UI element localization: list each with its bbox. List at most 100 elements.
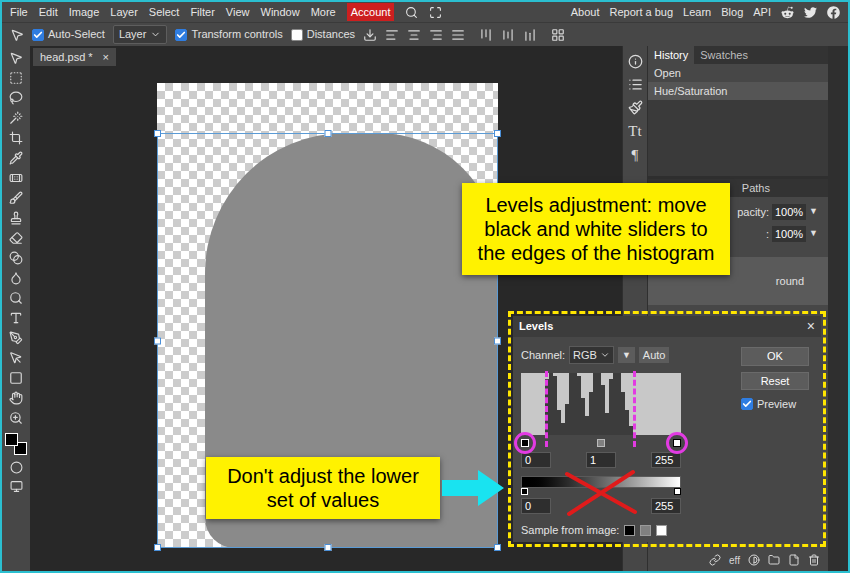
transform-handle[interactable] — [494, 544, 501, 551]
effects-button[interactable]: eff — [729, 553, 740, 568]
distances-checkbox[interactable] — [291, 29, 303, 41]
menu-item[interactable]: Edit — [39, 3, 58, 22]
sample-eyedropper-swatch[interactable] — [624, 525, 635, 536]
auto-button[interactable]: Auto — [639, 347, 670, 363]
menu-link[interactable]: Learn — [683, 4, 711, 21]
align-justify-icon[interactable] — [451, 28, 465, 42]
lasso-tool-icon[interactable] — [9, 91, 23, 105]
input-level-field[interactable]: 1 — [586, 452, 616, 468]
percent-input[interactable]: 100% — [772, 204, 806, 221]
transform-controls-option[interactable]: Transform controls — [175, 26, 282, 43]
align-center-icon[interactable] — [407, 28, 421, 42]
input-level-field[interactable]: 255 — [651, 452, 681, 468]
sample-eyedropper-swatch[interactable] — [640, 525, 651, 536]
shape-tool-icon[interactable] — [9, 371, 23, 385]
zoom-tool-icon[interactable] — [9, 411, 23, 425]
marquee-tool-icon[interactable] — [9, 71, 23, 85]
dialog-button[interactable]: Reset — [741, 372, 809, 391]
properties-icon[interactable] — [628, 77, 643, 92]
align-top-icon[interactable] — [479, 28, 493, 42]
twitter-icon[interactable] — [804, 6, 817, 19]
menu-item[interactable]: Image — [69, 3, 100, 22]
midtone-handle[interactable] — [597, 439, 605, 447]
target-select[interactable]: Layer — [113, 25, 168, 44]
output-level-field[interactable]: 255 — [651, 498, 681, 514]
fullscreen-icon[interactable] — [429, 6, 442, 19]
new-layer-icon[interactable] — [788, 554, 800, 566]
menu-item[interactable]: Window — [261, 3, 300, 22]
dialog-title-bar[interactable]: Levels× — [513, 316, 821, 337]
transform-handle[interactable] — [154, 337, 161, 344]
sample-eyedropper-swatch[interactable] — [656, 525, 667, 536]
history-item[interactable]: Open — [648, 64, 828, 82]
percent-dropdown-button[interactable]: ▼ — [809, 227, 818, 241]
menu-item[interactable]: Layer — [110, 3, 138, 22]
input-level-field[interactable]: 0 — [521, 452, 551, 468]
search-icon[interactable] — [405, 6, 418, 19]
transform-handle[interactable] — [324, 130, 331, 137]
brush-panel-icon[interactable] — [628, 100, 643, 115]
close-tab-button[interactable]: × — [103, 49, 109, 66]
transform-handle[interactable] — [324, 544, 331, 551]
quick-mask-icon[interactable] — [10, 461, 23, 474]
percent-dropdown-button[interactable]: ▼ — [809, 205, 818, 219]
percent-input[interactable]: 100% — [772, 226, 806, 243]
transform-handle[interactable] — [154, 544, 161, 551]
transform-controls-checkbox[interactable] — [175, 29, 187, 41]
dialog-button[interactable]: OK — [741, 347, 809, 366]
healing-tool-icon[interactable] — [9, 171, 23, 185]
input-slider[interactable] — [521, 437, 681, 449]
menu-link[interactable]: About — [571, 4, 600, 21]
crop-tool-icon[interactable] — [9, 131, 23, 145]
info-icon[interactable] — [628, 54, 643, 69]
foreground-color-swatch[interactable] — [5, 433, 18, 446]
panel-tab[interactable]: Swatches — [694, 46, 754, 64]
align-left-icon[interactable] — [385, 28, 399, 42]
eyedropper-tool-icon[interactable] — [9, 151, 23, 165]
auto-select-checkbox[interactable] — [32, 29, 44, 41]
transform-handle[interactable] — [494, 337, 501, 344]
menu-link[interactable]: API — [753, 4, 771, 21]
facebook-icon[interactable] — [827, 6, 840, 19]
align-middle-icon[interactable] — [501, 28, 515, 42]
distances-option[interactable]: Distances — [291, 26, 355, 43]
move-tool-icon[interactable] — [10, 28, 24, 42]
menu-item[interactable]: Select — [149, 3, 180, 22]
preview-option[interactable]: Preview — [741, 396, 809, 413]
screen-mode-icon[interactable] — [10, 480, 23, 493]
menu-item[interactable]: Account — [347, 3, 395, 22]
align-bottom-icon[interactable] — [523, 28, 537, 42]
menu-item[interactable]: File — [10, 3, 28, 22]
menu-link[interactable]: Report a bug — [609, 4, 673, 21]
path-select-tool-icon[interactable] — [9, 351, 23, 365]
hand-tool-icon[interactable] — [9, 391, 23, 405]
preset-menu-button[interactable]: ▼ — [618, 347, 635, 363]
link-icon[interactable] — [709, 554, 721, 566]
distribute-icon[interactable] — [551, 28, 565, 42]
trash-icon[interactable] — [808, 554, 820, 566]
black-point-handle[interactable] — [521, 439, 529, 447]
history-item[interactable]: Hue/Saturation — [648, 82, 828, 100]
paragraph-panel-button[interactable]: ¶ — [632, 147, 639, 163]
close-dialog-button[interactable]: × — [807, 316, 815, 337]
dodge-tool-icon[interactable] — [9, 291, 23, 305]
menu-item[interactable]: More — [311, 3, 336, 22]
type-tool-icon[interactable] — [9, 311, 23, 325]
character-panel-button[interactable]: Tt — [628, 123, 641, 139]
blur-tool-icon[interactable] — [9, 271, 23, 285]
output-white-handle[interactable] — [674, 488, 681, 495]
pen-tool-icon[interactable] — [9, 331, 23, 345]
output-black-handle[interactable] — [521, 488, 528, 495]
adjustment-icon[interactable] — [748, 554, 760, 566]
eraser-tool-icon[interactable] — [9, 231, 23, 245]
folder-icon[interactable] — [768, 554, 780, 566]
document-tab[interactable]: head.psd *× — [33, 48, 116, 66]
menu-link[interactable]: Blog — [721, 4, 743, 21]
channel-select[interactable]: RGB — [569, 346, 614, 365]
brush-tool-icon[interactable] — [9, 191, 23, 205]
output-level-field[interactable]: 0 — [521, 498, 551, 514]
transform-handle[interactable] — [154, 130, 161, 137]
move-tool-icon[interactable] — [9, 51, 23, 65]
download-icon[interactable] — [363, 28, 377, 42]
panel-tab[interactable]: Paths — [742, 180, 770, 197]
